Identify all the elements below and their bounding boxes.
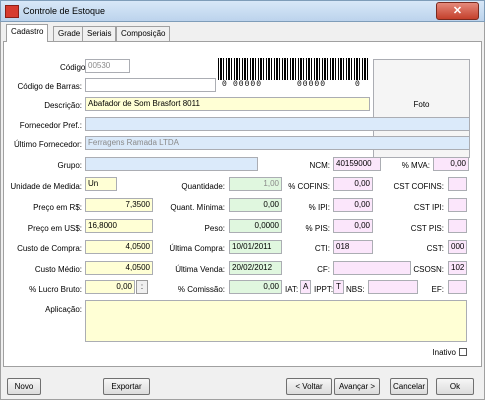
cst-field[interactable]: 000 bbox=[448, 240, 467, 254]
label-inativo: Inativo bbox=[432, 348, 456, 357]
app-icon bbox=[5, 5, 19, 18]
label-aplicacao: Aplicação: bbox=[45, 305, 82, 314]
label-custo-compra: Custo de Compra: bbox=[17, 244, 82, 253]
label-pis: % PIS: bbox=[305, 224, 330, 233]
label-ef: EF: bbox=[431, 285, 444, 294]
cancelar-button[interactable]: Cancelar bbox=[390, 378, 428, 395]
label-cf: CF: bbox=[317, 265, 330, 274]
peso-field[interactable]: 0,0000 bbox=[229, 219, 282, 233]
label-descricao: Descrição: bbox=[44, 101, 82, 110]
tab-cadastro[interactable]: Cadastro bbox=[6, 24, 49, 42]
barcode-digit: 00000 bbox=[232, 80, 264, 89]
label-mva: % MVA: bbox=[401, 161, 430, 170]
label-preco-rs: Preço em R$: bbox=[33, 203, 82, 212]
label-peso: Peso: bbox=[204, 224, 225, 233]
mva-field[interactable]: 0,00 bbox=[433, 157, 469, 171]
label-custo-medio: Custo Médio: bbox=[34, 265, 82, 274]
tab-composicao[interactable]: Composição bbox=[116, 26, 171, 41]
fornecedor-pref-field[interactable] bbox=[85, 117, 470, 131]
tab-seriais[interactable]: Seriais bbox=[82, 26, 117, 41]
ok-button[interactable]: Ok bbox=[436, 378, 474, 395]
exportar-button[interactable]: Exportar bbox=[103, 378, 150, 395]
label-cst-ipi: CST IPI: bbox=[413, 203, 444, 212]
barcode-image: 0 00000 00000 0 bbox=[218, 58, 368, 90]
csosn-field[interactable]: 102 bbox=[448, 261, 467, 275]
quant-minima-field[interactable]: 0,00 bbox=[229, 198, 282, 212]
label-ultima-compra: Última Compra: bbox=[169, 244, 225, 253]
custo-medio-field[interactable]: 4,0500 bbox=[85, 261, 153, 275]
ncm-field[interactable]: 40159000 bbox=[333, 157, 381, 171]
cofins-field[interactable]: 0,00 bbox=[333, 177, 373, 191]
comissao-field[interactable]: 0,00 bbox=[229, 280, 282, 294]
label-ncm: NCM: bbox=[309, 161, 330, 170]
barcode-bars bbox=[218, 58, 368, 80]
ultimo-fornecedor-field[interactable]: Ferragens Ramada LTDA bbox=[85, 136, 470, 150]
quantidade-field[interactable]: 1,00 bbox=[229, 177, 282, 191]
inativo-checkbox[interactable] bbox=[459, 348, 467, 356]
voltar-button[interactable]: < Voltar bbox=[286, 378, 332, 395]
lucro-bruto-field[interactable]: 0,00 bbox=[85, 280, 135, 294]
close-button[interactable]: ✕ bbox=[436, 2, 479, 20]
label-iat: IAT: bbox=[285, 285, 299, 294]
pis-field[interactable]: 0,00 bbox=[333, 219, 373, 233]
ultima-venda-field[interactable]: 20/02/2012 bbox=[229, 261, 282, 275]
cst-ipi-field[interactable] bbox=[448, 198, 467, 212]
cti-field[interactable]: 018 bbox=[333, 240, 373, 254]
label-grupo: Grupo: bbox=[57, 161, 82, 170]
descricao-field[interactable]: Abafador de Som Brasfort 8011 bbox=[85, 97, 370, 111]
codigo-barras-field[interactable] bbox=[85, 78, 216, 92]
grupo-field[interactable] bbox=[85, 157, 258, 171]
barcode-digits: 0 00000 00000 0 bbox=[218, 80, 368, 90]
nbs-field[interactable] bbox=[368, 280, 418, 294]
label-codigo: Código: bbox=[60, 63, 88, 72]
novo-button[interactable]: Novo bbox=[7, 378, 41, 395]
codigo-field[interactable]: 00530 bbox=[85, 59, 130, 73]
label-nbs: NBS: bbox=[346, 285, 365, 294]
barcode-digit: 0 bbox=[221, 80, 229, 89]
custo-compra-field[interactable]: 4,0500 bbox=[85, 240, 153, 254]
avancar-button[interactable]: Avançar > bbox=[334, 378, 380, 395]
ippt-field[interactable]: T bbox=[333, 280, 344, 294]
label-cst: CST: bbox=[426, 244, 444, 253]
barcode-digit: 0 bbox=[354, 80, 362, 89]
label-fornecedor-pref: Fornecedor Pref.: bbox=[19, 121, 82, 130]
unidade-field[interactable]: Un bbox=[85, 177, 117, 191]
label-comissao: % Comissão: bbox=[177, 285, 225, 294]
label-codigo-barras: Código de Barras: bbox=[17, 82, 82, 91]
label-unidade: Unidade de Medida: bbox=[10, 182, 82, 191]
label-quantidade: Quantidade: bbox=[181, 182, 225, 191]
preco-us-field[interactable]: 16,8000 bbox=[85, 219, 153, 233]
aplicacao-field[interactable] bbox=[85, 300, 467, 342]
label-cst-cofins: CST COFINS: bbox=[393, 182, 444, 191]
tab-grade[interactable]: Grade bbox=[53, 26, 86, 41]
label-cofins: % COFINS: bbox=[288, 182, 330, 191]
preco-rs-field[interactable]: 7,3500 bbox=[85, 198, 153, 212]
label-ippt: IPPT: bbox=[314, 285, 334, 294]
label-csosn: CSOSN: bbox=[413, 265, 444, 274]
label-preco-us: Preço em US$: bbox=[27, 224, 82, 233]
ultima-compra-field[interactable]: 10/01/2011 bbox=[229, 240, 282, 254]
iat-field[interactable]: A bbox=[300, 280, 311, 294]
label-cst-pis: CST PIS: bbox=[410, 224, 444, 233]
cst-pis-field[interactable] bbox=[448, 219, 467, 233]
window-title: Controle de Estoque bbox=[23, 6, 106, 16]
ipi-field[interactable]: 0,00 bbox=[333, 198, 373, 212]
cst-cofins-field[interactable] bbox=[448, 177, 467, 191]
barcode-digit: 00000 bbox=[296, 80, 328, 89]
lucro-bruto-spin-button[interactable]: : bbox=[136, 280, 148, 294]
label-ultimo-fornecedor: Último Fornecedor: bbox=[13, 140, 82, 149]
ef-field[interactable] bbox=[448, 280, 467, 294]
label-ultima-venda: Última Venda: bbox=[175, 265, 225, 274]
photo-label: Foto bbox=[413, 100, 430, 109]
label-lucro-bruto: % Lucro Bruto: bbox=[29, 285, 82, 294]
title-bar: Controle de Estoque ✕ bbox=[0, 0, 485, 22]
label-quant-minima: Quant. Mínima: bbox=[170, 203, 225, 212]
label-ipi: % IPI: bbox=[308, 203, 330, 212]
label-cti: CTI: bbox=[314, 244, 330, 253]
